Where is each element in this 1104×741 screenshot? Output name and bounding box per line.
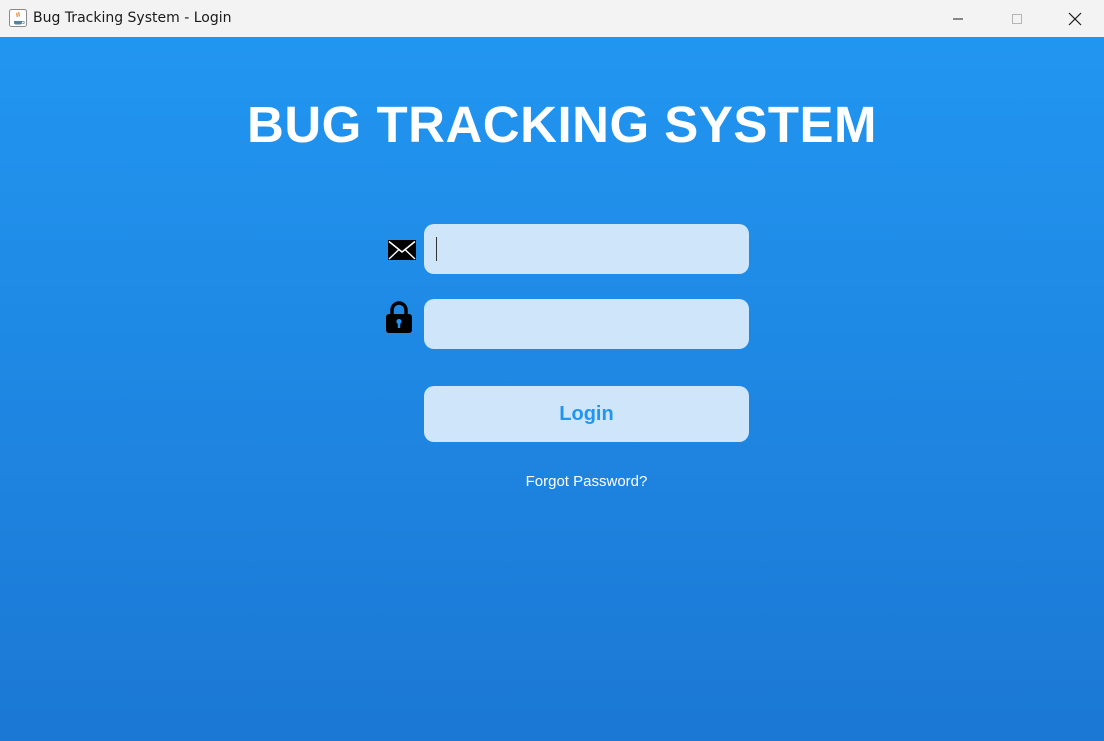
window-title: Bug Tracking System - Login xyxy=(33,10,232,26)
close-icon xyxy=(1068,12,1082,25)
login-window: Bug Tracking System - Login BUG TRACKING… xyxy=(0,0,1104,741)
java-app-icon xyxy=(9,9,27,27)
password-field[interactable] xyxy=(424,299,749,349)
minimize-button[interactable] xyxy=(935,0,981,37)
page-title: BUG TRACKING SYSTEM xyxy=(246,96,878,153)
close-button[interactable] xyxy=(1052,0,1098,37)
envelope-icon xyxy=(388,240,416,260)
title-bar[interactable]: Bug Tracking System - Login xyxy=(0,0,1104,37)
minimize-icon xyxy=(953,18,963,19)
maximize-button[interactable] xyxy=(994,0,1040,37)
text-cursor xyxy=(436,237,437,261)
login-button[interactable]: Login xyxy=(424,386,749,442)
maximize-icon xyxy=(1012,13,1022,24)
email-field[interactable] xyxy=(424,224,749,274)
lock-icon xyxy=(386,301,412,333)
forgot-password-link[interactable]: Forgot Password? xyxy=(424,473,749,490)
login-panel: BUG TRACKING SYSTEM Login Forgot Passwor… xyxy=(0,37,1104,741)
